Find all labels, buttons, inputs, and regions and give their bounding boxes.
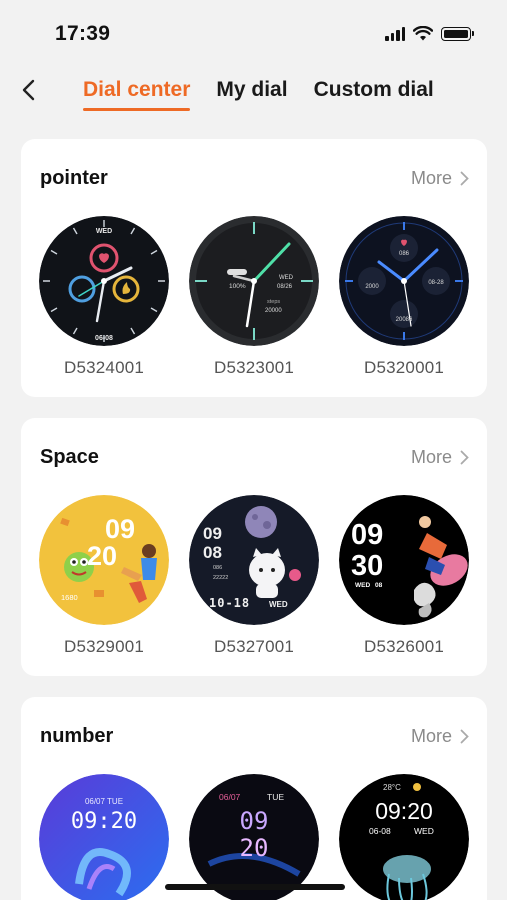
dial-id: D5320001 (363, 358, 445, 377)
face-minute-text: 20 (87, 541, 117, 571)
face-minute-text: 08 (203, 543, 222, 562)
face-day-text: WED (279, 275, 294, 281)
dial-item[interactable]: 100% WED 08/26 steps 20000 D5323001 (189, 216, 319, 378)
face-hour-text: 09 (105, 514, 135, 544)
face-day-text: WED (355, 582, 370, 589)
watch-face-preview: 086 2000 08-28 20086 (339, 216, 469, 346)
dial-row: 09 20 1680 D5329001 09 08 086 22222 10-1… (21, 495, 487, 657)
face-date-text: 08/26 (277, 284, 293, 290)
watch-face-preview: 09 08 086 22222 10-18 WED (189, 495, 319, 625)
face-time-text: 09:20 (71, 809, 137, 834)
dial-item[interactable]: WED 06-08 D5324001 (39, 216, 169, 378)
home-indicator[interactable] (165, 884, 345, 890)
more-label: More (410, 726, 452, 746)
face-minute-text: 30 (351, 550, 383, 582)
face-hr-text: 086 (213, 565, 222, 571)
dial-item[interactable]: 09 30 WED 08 D5326001 (339, 495, 469, 657)
watch-face-preview: 28°C 09:20 06-08 WED (339, 774, 469, 900)
chevron-right-icon (460, 171, 469, 186)
face-date-text: 06/07 TUE (85, 797, 123, 806)
watch-face-preview: 09 20 1680 (39, 495, 169, 625)
more-link[interactable]: More (411, 726, 469, 747)
tab-my-dial[interactable]: My dial (216, 78, 287, 111)
status-time: 17:39 (55, 22, 111, 45)
face-date-text: 06-08 (369, 826, 391, 836)
dial-id: D5324001 (63, 358, 145, 377)
more-link[interactable]: More (411, 168, 469, 189)
face-temp-text: 28°C (383, 783, 401, 792)
dial-id: D5323001 (213, 358, 295, 377)
dial-item[interactable]: 06/07 TUE 09:20 (39, 774, 169, 900)
dial-id: D5326001 (363, 637, 445, 656)
dial-row: 06/07 TUE 09:20 06/07 TUE 09 20 28°C 09:… (21, 774, 487, 900)
watch-face-preview: 09 30 WED 08 (339, 495, 469, 625)
face-steps-text: 20000 (265, 308, 282, 314)
tab-custom-dial[interactable]: Custom dial (314, 78, 434, 111)
tab-bar: Dial center My dial Custom dial (83, 78, 434, 111)
battery-icon (441, 26, 474, 41)
chevron-right-icon (460, 450, 469, 465)
face-day-text: WED (96, 228, 112, 235)
watch-face-preview: 06/07 TUE 09 20 (189, 774, 319, 900)
dial-item[interactable]: 06/07 TUE 09 20 (189, 774, 319, 900)
dial-id: D5327001 (213, 637, 295, 656)
back-arrow-icon[interactable] (14, 74, 46, 106)
status-icons (385, 26, 474, 41)
more-label: More (410, 168, 452, 188)
face-day-text: WED (269, 600, 288, 609)
watch-face-preview: WED 06-08 (39, 216, 169, 346)
wifi-icon (413, 26, 433, 41)
face-battery-text: 100% (229, 283, 246, 290)
face-hour-text: 09 (351, 519, 383, 551)
face-minute-text: 20 (240, 834, 269, 862)
dial-item[interactable]: 086 2000 08-28 20086 D5320001 (339, 216, 469, 378)
face-date-text: 06/07 (219, 792, 241, 802)
dial-item[interactable]: 09 08 086 22222 10-18 WED D5327001 (189, 495, 319, 657)
cellular-signal-icon (385, 26, 405, 41)
face-day-text: TUE (267, 792, 284, 802)
face-steps-label: steps (267, 299, 280, 305)
chevron-right-icon (460, 729, 469, 744)
watch-face-preview: 100% WED 08/26 steps 20000 (189, 216, 319, 346)
face-date-text: 06-08 (95, 335, 113, 342)
section-pointer: pointer More WED 06-08 D5324001 100% WED… (21, 139, 487, 397)
face-day-text: WED (414, 826, 434, 836)
face-hour-text: 09 (240, 807, 269, 835)
face-right-text: 08-28 (428, 280, 444, 286)
face-hour-text: 09 (203, 524, 222, 543)
top-nav: Dial center My dial Custom dial (0, 70, 507, 120)
more-link[interactable]: More (411, 447, 469, 468)
section-space: Space More 09 20 1680 D5329001 09 08 086… (21, 418, 487, 676)
section-title: pointer (40, 167, 108, 189)
section-title: Space (40, 446, 99, 468)
watch-face-preview: 06/07 TUE 09:20 (39, 774, 169, 900)
dial-id: D5329001 (63, 637, 145, 656)
face-top-text: 086 (399, 251, 410, 257)
face-time-text: 09:20 (375, 798, 433, 824)
section-title: number (40, 725, 114, 747)
face-steps-text: 1680 (61, 593, 78, 602)
status-bar: 17:39 (0, 0, 507, 70)
dial-item[interactable]: 28°C 09:20 06-08 WED (339, 774, 469, 900)
face-left-text: 2000 (365, 284, 379, 290)
tab-dial-center[interactable]: Dial center (83, 78, 191, 111)
section-number: number More 06/07 TUE 09:20 06/07 TUE 09… (21, 697, 487, 900)
dial-item[interactable]: 09 20 1680 D5329001 (39, 495, 169, 657)
dial-row: WED 06-08 D5324001 100% WED 08/26 steps … (21, 216, 487, 378)
face-date-text: 10-18 (209, 596, 250, 610)
face-date-text: 08 (375, 582, 383, 589)
more-label: More (410, 447, 452, 467)
face-steps-text: 22222 (213, 575, 228, 581)
